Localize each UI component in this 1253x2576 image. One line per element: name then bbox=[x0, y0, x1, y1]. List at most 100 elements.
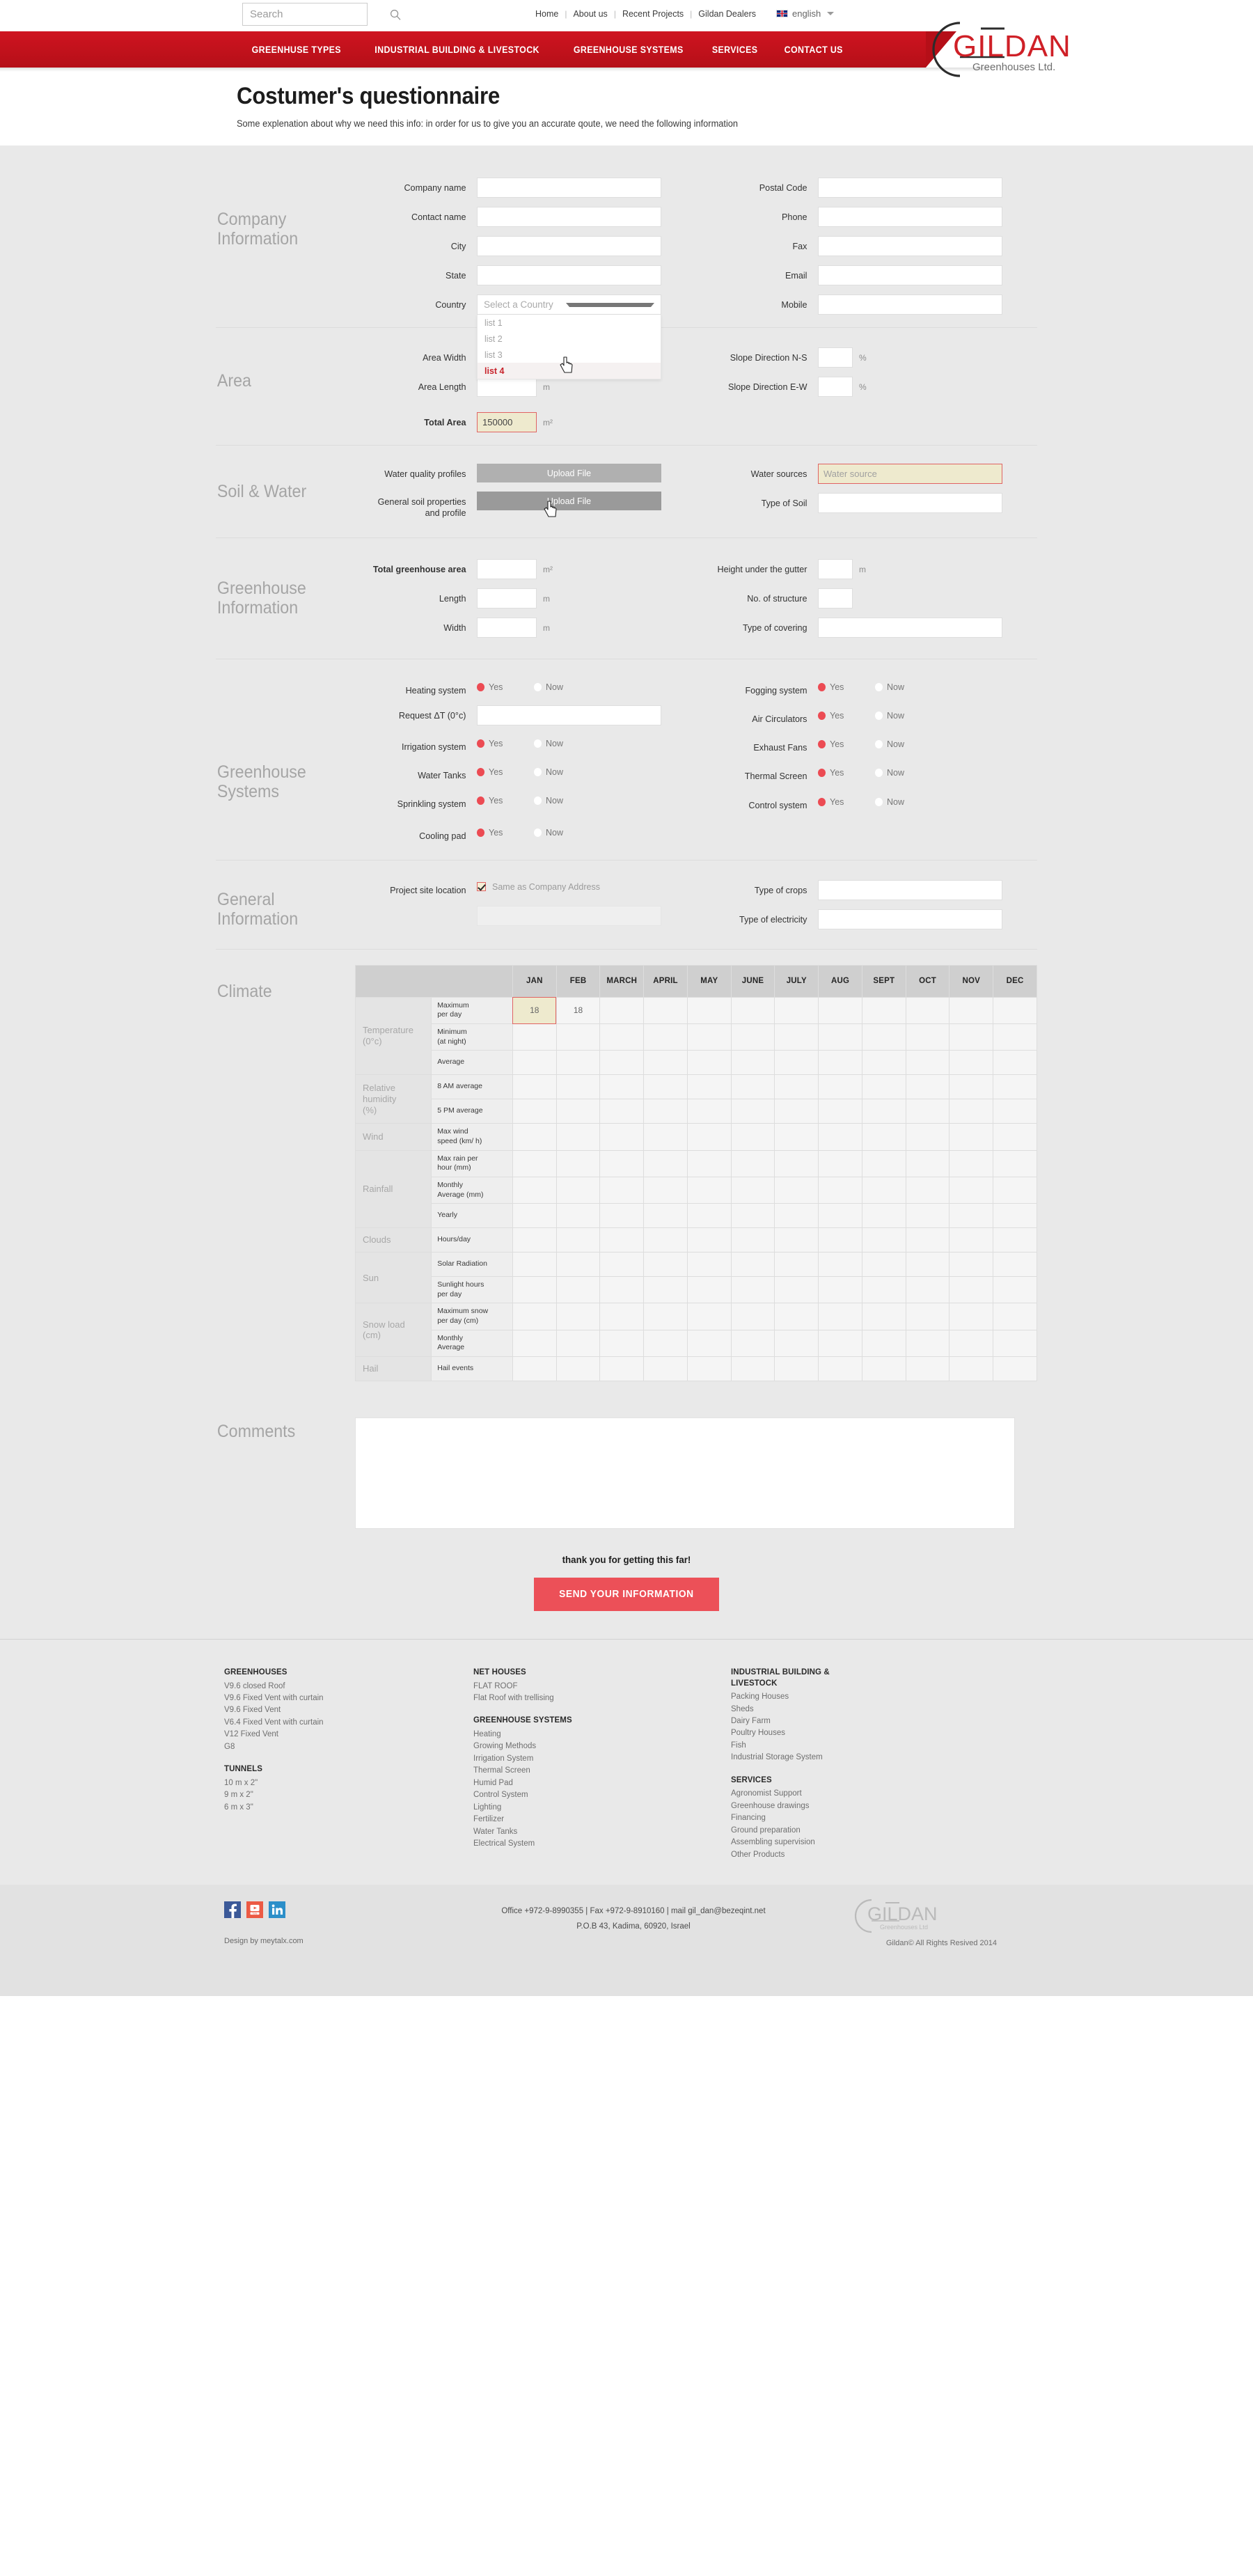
climate-input[interactable] bbox=[644, 1177, 687, 1204]
climate-input[interactable] bbox=[600, 1024, 644, 1051]
climate-cell-monthly-average-nov[interactable] bbox=[949, 1329, 994, 1358]
radio-sprinkling-system-yes[interactable]: Yes bbox=[477, 796, 534, 806]
climate-input[interactable] bbox=[993, 1024, 1037, 1051]
climate-cell-average-feb[interactable] bbox=[555, 1050, 601, 1076]
input-project-address[interactable] bbox=[477, 906, 661, 926]
climate-cell-hours-day-march[interactable] bbox=[599, 1227, 645, 1253]
input-area-length[interactable] bbox=[477, 377, 537, 397]
climate-cell-5-pm-average-oct[interactable] bbox=[905, 1099, 950, 1124]
climate-input[interactable] bbox=[600, 1051, 644, 1075]
climate-cell-maximum-snow-per-day-cm-dec[interactable] bbox=[993, 1303, 1037, 1330]
footer-link-assembling-supervision[interactable]: Assembling supervision bbox=[731, 1837, 995, 1848]
climate-cell-monthly-average-mm-april[interactable] bbox=[643, 1176, 688, 1204]
climate-input[interactable] bbox=[949, 1150, 993, 1177]
climate-input[interactable] bbox=[862, 1124, 906, 1150]
climate-cell-solar-radiation-july[interactable] bbox=[774, 1252, 819, 1278]
footer-link-ground-preparation[interactable]: Ground preparation bbox=[731, 1825, 995, 1837]
climate-cell-monthly-average-may[interactable] bbox=[686, 1329, 732, 1358]
linkedin-icon[interactable] bbox=[269, 1901, 285, 1919]
climate-input[interactable] bbox=[906, 1204, 949, 1228]
climate-input[interactable] bbox=[687, 1024, 731, 1051]
climate-cell-max-wind-speed-km-h-june[interactable] bbox=[730, 1123, 775, 1151]
climate-input[interactable] bbox=[687, 1277, 731, 1303]
climate-input[interactable] bbox=[775, 1330, 819, 1356]
climate-cell-solar-radiation-sept[interactable] bbox=[861, 1252, 906, 1278]
footer-link-6-m-x-3[interactable]: 6 m x 3" bbox=[224, 1802, 473, 1814]
footer-link-flat-roof-with-trellising[interactable]: Flat Roof with trellising bbox=[473, 1693, 731, 1704]
climate-cell-hours-day-may[interactable] bbox=[686, 1227, 732, 1253]
climate-input[interactable] bbox=[731, 997, 775, 1024]
climate-input[interactable] bbox=[862, 1252, 906, 1277]
top-link-about-us[interactable]: About us bbox=[567, 9, 613, 19]
radio-water-tanks-yes[interactable]: Yes bbox=[477, 767, 534, 777]
climate-input[interactable] bbox=[556, 1177, 600, 1204]
climate-cell-hours-day-sept[interactable] bbox=[861, 1227, 906, 1253]
climate-cell-yearly-dec[interactable] bbox=[993, 1203, 1037, 1229]
climate-input[interactable] bbox=[731, 1204, 775, 1228]
climate-cell-solar-radiation-april[interactable] bbox=[643, 1252, 688, 1278]
climate-input[interactable] bbox=[556, 1303, 600, 1330]
climate-input[interactable] bbox=[819, 1099, 862, 1124]
climate-cell-8-am-average-aug[interactable] bbox=[818, 1074, 862, 1100]
climate-cell-solar-radiation-jan[interactable] bbox=[512, 1252, 557, 1278]
footer-link-v12-fixed-vent[interactable]: V12 Fixed Vent bbox=[224, 1729, 473, 1741]
facebook-icon[interactable] bbox=[224, 1901, 241, 1919]
footer-link-10-m-x-2[interactable]: 10 m x 2" bbox=[224, 1777, 473, 1789]
climate-cell-maximum-snow-per-day-cm-sept[interactable] bbox=[861, 1303, 906, 1330]
climate-input[interactable] bbox=[687, 1204, 731, 1228]
climate-input[interactable] bbox=[687, 1150, 731, 1177]
climate-input[interactable] bbox=[906, 1357, 949, 1381]
footer-link-water-tanks[interactable]: Water Tanks bbox=[473, 1826, 731, 1838]
climate-cell-monthly-average-mm-jan[interactable] bbox=[512, 1176, 557, 1204]
input-type-of-crops[interactable] bbox=[818, 879, 1002, 900]
climate-cell-8-am-average-july[interactable] bbox=[774, 1074, 819, 1100]
radio-air-circulators-no[interactable]: Now bbox=[875, 711, 932, 721]
climate-input[interactable] bbox=[512, 1277, 556, 1303]
climate-input[interactable] bbox=[993, 1099, 1037, 1124]
climate-input[interactable] bbox=[819, 1177, 862, 1204]
climate-cell-minimum-at-night-dec[interactable] bbox=[993, 1023, 1037, 1051]
climate-cell-maximum-snow-per-day-cm-feb[interactable] bbox=[555, 1303, 601, 1330]
climate-cell-5-pm-average-april[interactable] bbox=[643, 1099, 688, 1124]
climate-input[interactable] bbox=[949, 1024, 993, 1051]
climate-input[interactable] bbox=[644, 1075, 687, 1099]
footer-link-g8[interactable]: G8 bbox=[224, 1741, 473, 1753]
climate-cell-solar-radiation-oct[interactable] bbox=[905, 1252, 950, 1278]
climate-input[interactable] bbox=[644, 1024, 687, 1051]
design-link[interactable]: meytalx.com bbox=[260, 1937, 304, 1945]
climate-cell-8-am-average-feb[interactable] bbox=[555, 1074, 601, 1100]
radio-heating-system-no[interactable]: Now bbox=[534, 682, 591, 692]
climate-cell-sunlight-hours-per-day-aug[interactable] bbox=[818, 1276, 862, 1304]
climate-cell-minimum-at-night-march[interactable] bbox=[599, 1023, 645, 1051]
footer-link-9-m-x-2[interactable]: 9 m x 2" bbox=[224, 1789, 473, 1801]
climate-cell-max-rain-per-hour-mm-dec[interactable] bbox=[993, 1149, 1037, 1177]
climate-cell-maximum-snow-per-day-cm-may[interactable] bbox=[686, 1303, 732, 1330]
climate-cell-hail-events-sept[interactable] bbox=[861, 1356, 906, 1381]
climate-cell-maximum-snow-per-day-cm-aug[interactable] bbox=[818, 1303, 862, 1330]
climate-cell-minimum-at-night-nov[interactable] bbox=[949, 1023, 994, 1051]
climate-cell-max-wind-speed-km-h-oct[interactable] bbox=[905, 1123, 950, 1151]
climate-input[interactable] bbox=[644, 1150, 687, 1177]
input-type-of-soil[interactable] bbox=[818, 493, 1002, 513]
climate-input[interactable] bbox=[906, 1075, 949, 1099]
climate-input[interactable] bbox=[731, 1099, 775, 1124]
footer-link-industrial-storage-system[interactable]: Industrial Storage System bbox=[731, 1752, 995, 1764]
climate-input[interactable] bbox=[644, 1124, 687, 1150]
climate-cell-8-am-average-oct[interactable] bbox=[905, 1074, 950, 1100]
climate-input[interactable] bbox=[600, 1330, 644, 1356]
climate-input[interactable] bbox=[556, 1150, 600, 1177]
climate-cell-yearly-april[interactable] bbox=[643, 1203, 688, 1229]
climate-input[interactable] bbox=[993, 1228, 1037, 1252]
climate-cell-minimum-at-night-aug[interactable] bbox=[818, 1023, 862, 1051]
climate-cell-maximum-per-day-aug[interactable] bbox=[818, 996, 862, 1025]
climate-cell-5-pm-average-march[interactable] bbox=[599, 1099, 645, 1124]
radio-cooling-pad-no[interactable]: Now bbox=[534, 828, 591, 838]
climate-input[interactable] bbox=[819, 1024, 862, 1051]
climate-cell-minimum-at-night-may[interactable] bbox=[686, 1023, 732, 1051]
climate-cell-5-pm-average-aug[interactable] bbox=[818, 1099, 862, 1124]
climate-input[interactable] bbox=[949, 1099, 993, 1124]
radio-air-circulators-yes[interactable]: Yes bbox=[818, 711, 875, 721]
climate-cell-hours-day-dec[interactable] bbox=[993, 1227, 1037, 1253]
climate-cell-monthly-average-oct[interactable] bbox=[905, 1329, 950, 1358]
climate-cell-max-wind-speed-km-h-jan[interactable] bbox=[512, 1123, 557, 1151]
